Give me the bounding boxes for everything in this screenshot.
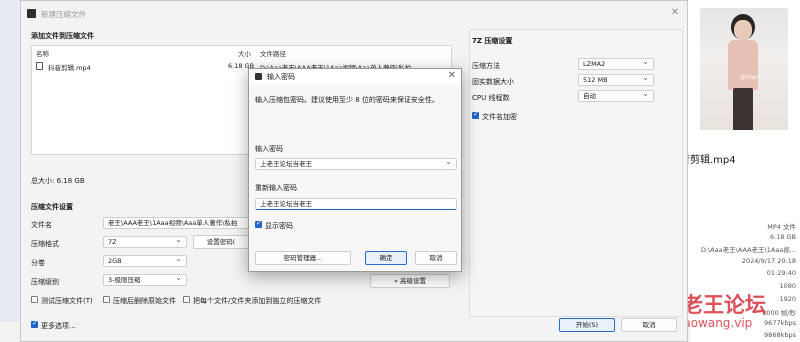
encrypt-names-checkbox[interactable] bbox=[472, 110, 479, 119]
threads-label: CPU 线程数 bbox=[472, 94, 510, 102]
password-dialog: 输入密码 ✕ 输入压缩包密码。建议使用至少 8 位的密码来保证安全性。 输入密码… bbox=[248, 68, 462, 272]
encrypt-names-label: 文件名加密 bbox=[482, 113, 517, 121]
level-select[interactable]: 3-极限压缩 bbox=[103, 274, 187, 286]
seven-zip-settings-panel: 7Z 压缩设置 压缩方法 LZMA2 固实数据大小 512 MB CPU 线程数… bbox=[469, 29, 683, 317]
test-archive-label: 测试压缩文件(T) bbox=[41, 297, 93, 305]
method-select[interactable]: LZMA2 bbox=[578, 58, 654, 70]
watermark-url: laowang.vip bbox=[680, 316, 753, 330]
column-name[interactable]: 名称 bbox=[36, 48, 49, 58]
explorer-left-edge bbox=[0, 0, 20, 342]
cancel-button[interactable]: 取消 bbox=[621, 318, 677, 332]
separate-archives-label: 把每个文件/文件夹添加到独立的压缩文件 bbox=[193, 297, 322, 305]
show-password-label: 显示密码 bbox=[265, 222, 293, 230]
app-icon bbox=[27, 9, 36, 18]
seven-zip-heading: 7Z 压缩设置 bbox=[472, 37, 513, 45]
preview-file-name: 音剪辑.mp4 bbox=[680, 155, 736, 166]
add-files-heading: 添加文件到压缩文件 bbox=[31, 32, 94, 40]
password-label: 输入密码 bbox=[255, 145, 283, 153]
archive-settings-heading: 压缩文件设置 bbox=[31, 203, 73, 211]
window-title: 新建压缩文件 bbox=[41, 10, 86, 19]
video-file-icon bbox=[36, 62, 43, 70]
split-select[interactable]: 2GB bbox=[103, 255, 187, 267]
dialog-title: 输入密码 bbox=[267, 73, 295, 81]
format-label: 压缩格式 bbox=[31, 240, 59, 248]
threads-select[interactable]: 自动 bbox=[578, 90, 654, 102]
dialog-cancel-button[interactable]: 取消 bbox=[415, 251, 457, 265]
start-button[interactable]: 开始(S) bbox=[559, 318, 615, 332]
show-password-checkbox[interactable] bbox=[255, 219, 262, 228]
reenter-password-input[interactable]: 上老王论坛当老王 bbox=[255, 198, 457, 210]
property-bitrate: 9677kbps bbox=[764, 319, 796, 327]
close-icon[interactable]: ✕ bbox=[448, 70, 456, 81]
close-icon[interactable]: ✕ bbox=[668, 6, 682, 20]
column-path[interactable]: 文件路径 bbox=[260, 48, 286, 58]
photo-watermark: @Xiam bbox=[740, 74, 762, 81]
property-duration: 01:29:40 bbox=[766, 269, 796, 277]
test-archive-checkbox[interactable] bbox=[31, 296, 38, 303]
dialog-title-bar[interactable]: 输入密码 ✕ bbox=[249, 69, 461, 85]
total-size: 总大小: 6.18 GB bbox=[31, 177, 85, 185]
property-total-bitrate: 9868kbps bbox=[764, 331, 796, 339]
password-manager-button[interactable]: 密码管理器... bbox=[255, 251, 351, 265]
watermark-text: 老王论坛 bbox=[682, 292, 766, 317]
archive-name-label: 文件名 bbox=[31, 221, 52, 229]
ok-button[interactable]: 确定 bbox=[365, 251, 407, 265]
format-select[interactable]: 7Z bbox=[103, 236, 187, 248]
preview-image: @Xiam bbox=[700, 8, 788, 130]
method-label: 压缩方法 bbox=[472, 62, 500, 70]
dialog-hint: 输入压缩包密码。建议使用至少 8 位的密码来保证安全性。 bbox=[255, 96, 439, 104]
separate-archives-checkbox[interactable] bbox=[183, 296, 190, 303]
level-label: 压缩级别 bbox=[31, 278, 59, 286]
password-input[interactable]: 上老王论坛当老王 bbox=[255, 158, 457, 170]
advanced-settings-button[interactable]: « 高级设置 bbox=[370, 274, 450, 288]
property-height: 1920 bbox=[779, 295, 796, 303]
split-label: 分卷 bbox=[31, 259, 45, 267]
delete-after-checkbox[interactable] bbox=[103, 296, 110, 303]
dialog-app-icon bbox=[255, 73, 262, 80]
property-path: D:\Aaa老王\AAA老王\1Aaa视... bbox=[700, 246, 796, 254]
file-name[interactable]: 抖音剪辑.mp4 bbox=[48, 62, 91, 72]
property-size: 6.18 GB bbox=[769, 233, 796, 241]
more-options-checkbox[interactable] bbox=[31, 319, 38, 328]
property-type: MP4 文件 bbox=[767, 223, 796, 231]
dictionary-select[interactable]: 512 MB bbox=[578, 74, 654, 86]
reenter-password-label: 重新输入密码 bbox=[255, 184, 297, 192]
dictionary-label: 固实数据大小 bbox=[472, 78, 514, 86]
property-date: 2024/9/17 20:18 bbox=[741, 257, 796, 265]
title-bar[interactable]: 新建压缩文件 ✕ bbox=[21, 1, 687, 27]
property-width: 1080 bbox=[779, 282, 796, 290]
property-framerate: 3000 帧/秒 bbox=[762, 309, 796, 317]
more-options-label[interactable]: 更多选项... bbox=[41, 321, 76, 331]
set-password-button[interactable]: 设置密码( bbox=[193, 235, 249, 249]
archive-name-input[interactable]: 老王\AAA老王\1Aaa视频\Aaa单人著作\私拍 bbox=[103, 217, 249, 229]
column-size[interactable]: 大小 bbox=[238, 48, 251, 58]
delete-after-label: 压缩后删除原始文件 bbox=[113, 297, 176, 305]
